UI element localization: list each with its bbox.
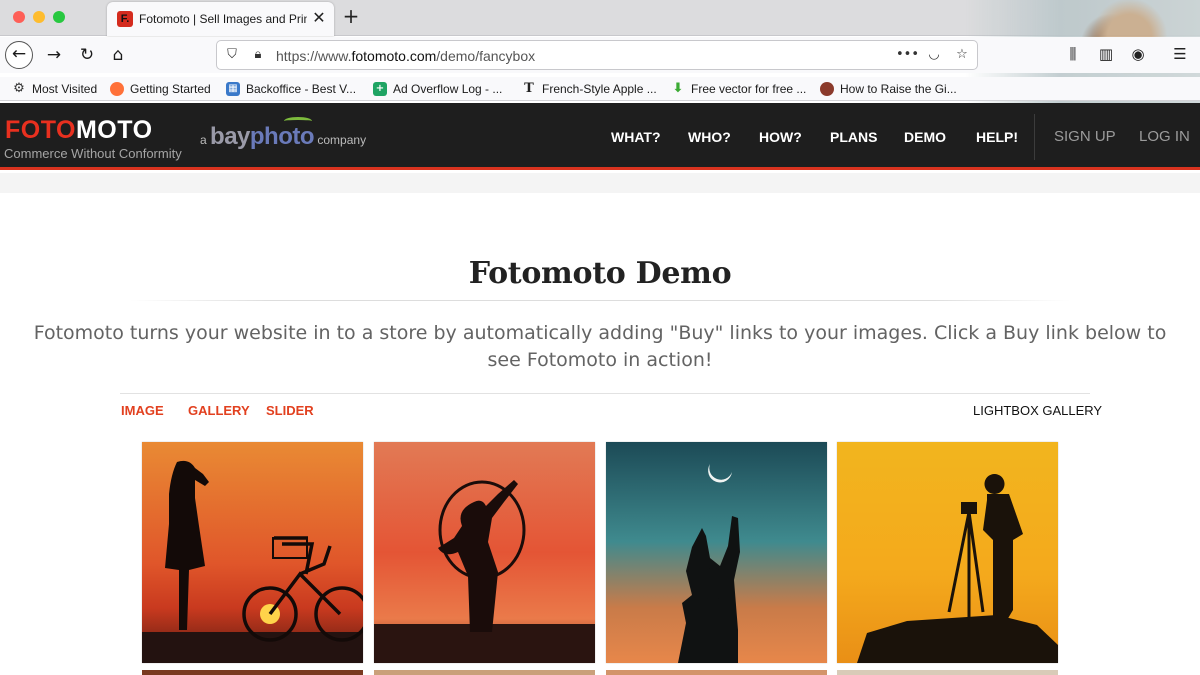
gallery-photo-next-row[interactable] xyxy=(837,670,1058,675)
library-icon[interactable]: ⫼ xyxy=(1063,44,1083,64)
bookmark-backoffice[interactable]: ▦ Backoffice - Best V... xyxy=(226,80,356,98)
browser-tab[interactable]: F. Fotomoto | Sell Images and Prints ✕ xyxy=(107,2,334,36)
tagline: Commerce Without Conformity xyxy=(4,146,182,161)
title-divider xyxy=(130,300,1070,301)
header-shadow-strip xyxy=(0,173,1200,193)
account-icon[interactable]: ◉ xyxy=(1128,44,1148,64)
log-in-link[interactable]: LOG IN xyxy=(1139,128,1190,145)
pocket-icon[interactable]: ◡ xyxy=(925,46,943,64)
gallery-photo-bicycle-sunset[interactable] xyxy=(142,442,363,663)
nav-help[interactable]: HELP! xyxy=(976,129,1018,145)
nav-what[interactable]: WHAT? xyxy=(611,129,661,145)
swoosh-icon xyxy=(284,117,312,125)
gallery-photo-tripod[interactable] xyxy=(837,442,1058,663)
bookmark-ad-overflow[interactable]: + Ad Overflow Log - ... xyxy=(373,80,502,98)
gallery-photo-crescent-moon[interactable] xyxy=(606,442,827,663)
site-header: FOTOMOTO Commerce Without Conformity a b… xyxy=(0,103,1200,170)
maximize-window-button[interactable] xyxy=(53,11,65,23)
lock-icon[interactable]: 🔒︎ xyxy=(249,46,267,64)
bookmark-how-to-raise[interactable]: How to Raise the Gi... xyxy=(820,80,957,98)
bookmark-free-vector[interactable]: ⬇ Free vector for free ... xyxy=(671,80,807,98)
gallery-photo-hula-hoop[interactable] xyxy=(374,442,595,663)
bookmark-most-visited[interactable]: ⚙ Most Visited xyxy=(12,80,97,98)
page-title: Fotomoto Demo xyxy=(468,256,732,291)
bookmark-french-style-apple[interactable]: T French-Style Apple ... xyxy=(522,80,657,98)
address-bar[interactable]: ⛉ 🔒︎ https://www.fotomoto.com/demo/fancy… xyxy=(216,40,978,70)
nav-divider xyxy=(1034,114,1035,160)
gallery-photo-next-row[interactable] xyxy=(142,670,363,675)
bookmarks-toolbar: ⚙ Most Visited Getting Started ▦ Backoffic… xyxy=(0,77,1200,101)
nav-demo[interactable]: DEMO xyxy=(904,129,946,145)
download-arrow-icon: ⬇ xyxy=(672,81,684,96)
sidebar-icon[interactable]: ▥ xyxy=(1096,44,1116,64)
fotomoto-logo[interactable]: FOTOMOTO xyxy=(5,117,153,143)
backoffice-icon: ▦ xyxy=(226,82,240,96)
sign-up-link[interactable]: SIGN UP xyxy=(1054,128,1116,145)
gear-icon: ⚙ xyxy=(13,81,25,96)
page-description: Fotomoto turns your website in to a stor… xyxy=(33,322,1167,371)
forward-arrow-icon[interactable]: → xyxy=(40,41,68,69)
url-text[interactable]: https://www.fotomoto.com/demo/fancybox xyxy=(276,48,535,64)
tab-gallery[interactable]: GALLERY xyxy=(188,403,250,418)
close-window-button[interactable] xyxy=(13,11,25,23)
reload-icon[interactable]: ↻ xyxy=(73,41,101,69)
bookmark-getting-started[interactable]: Getting Started xyxy=(110,80,211,98)
tab-title: Fotomoto | Sell Images and Prints xyxy=(139,12,307,26)
nav-how[interactable]: HOW? xyxy=(759,129,802,145)
t-icon: T xyxy=(524,81,534,96)
nav-plans[interactable]: PLANS xyxy=(830,129,877,145)
lightbox-gallery-label: LIGHTBOX GALLERY xyxy=(973,403,1103,418)
bookmark-star-icon[interactable]: ☆ xyxy=(953,46,971,64)
shield-icon[interactable]: ⛉ xyxy=(223,46,241,64)
ladybug-icon xyxy=(820,82,834,96)
firefox-icon xyxy=(110,82,124,96)
more-actions-icon[interactable]: ••• xyxy=(896,46,919,64)
sheets-icon: + xyxy=(373,82,387,96)
tab-slider[interactable]: SLIDER xyxy=(266,403,314,418)
browser-toolbar: ← → ↻ ⌂ ⛉ 🔒︎ https://www.fotomoto.com/de… xyxy=(0,37,1200,73)
back-arrow-icon[interactable]: ← xyxy=(5,41,33,69)
close-tab-icon[interactable]: ✕ xyxy=(309,8,329,28)
tab-image[interactable]: IMAGE xyxy=(121,403,164,418)
gallery-photo-next-row[interactable] xyxy=(374,670,595,675)
description-divider xyxy=(120,393,1090,394)
minimize-window-button[interactable] xyxy=(33,11,45,23)
bayphoto-logo[interactable]: a bayphoto company xyxy=(200,117,366,151)
gallery-photo-next-row[interactable] xyxy=(606,670,827,675)
new-tab-icon[interactable]: + xyxy=(340,5,362,27)
fotomoto-favicon-icon: F. xyxy=(117,11,133,27)
home-icon[interactable]: ⌂ xyxy=(104,41,132,69)
nav-who[interactable]: WHO? xyxy=(688,129,731,145)
menu-hamburger-icon[interactable]: ☰ xyxy=(1170,44,1190,64)
